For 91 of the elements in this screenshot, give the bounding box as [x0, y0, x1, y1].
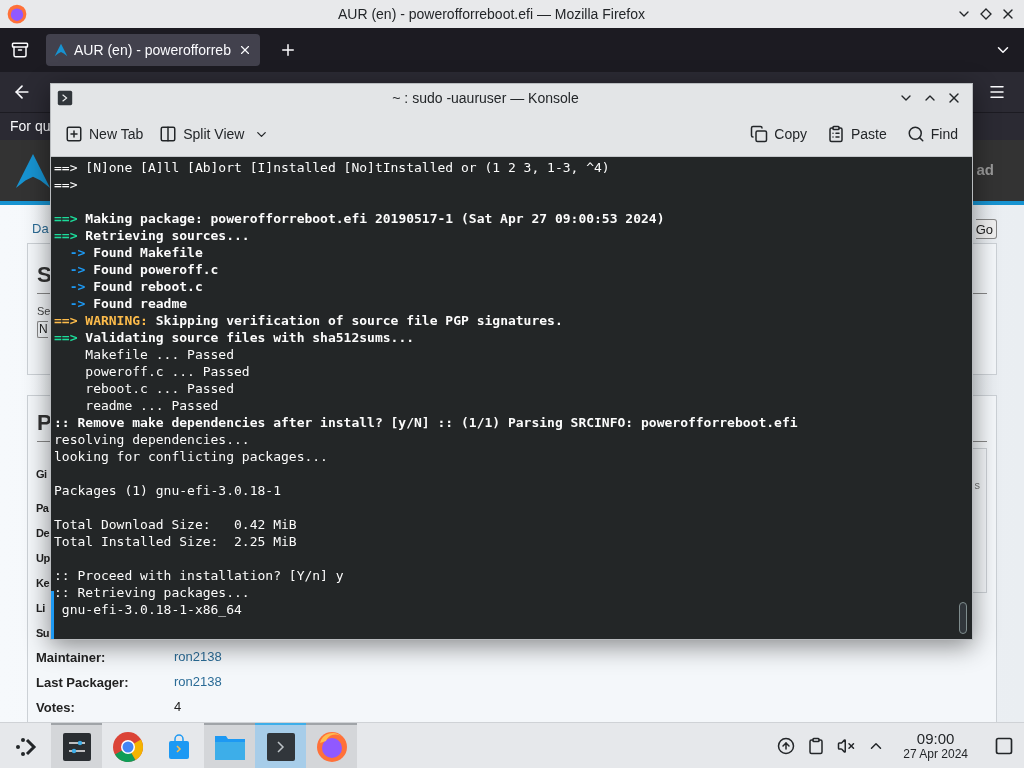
- terminal-text: Skipping verification of source file PGP signatures.: [154, 313, 563, 328]
- terminal-text: Found reboot.c: [92, 279, 203, 294]
- prompt-arrow: ==>: [54, 313, 78, 328]
- field-label: Se: [37, 305, 51, 317]
- tab-list-icon[interactable]: [11, 41, 29, 59]
- notice-text: For qu: [10, 117, 51, 136]
- terminal-text: Makefile ... Passed: [84, 347, 234, 362]
- select-field[interactable]: N: [37, 321, 48, 338]
- taskbar-item[interactable]: [51, 722, 102, 768]
- terminal-icon: [57, 90, 73, 106]
- browser-tab[interactable]: AUR (en) - powerofforreb: [46, 34, 260, 66]
- detail-label: Up: [36, 551, 50, 564]
- detail-label: Last Packager:: [36, 674, 129, 690]
- prompt-arrow: ->: [68, 279, 86, 294]
- terminal-text: :: Retrieving packages...: [54, 585, 250, 600]
- update-icon[interactable]: [777, 736, 796, 755]
- terminal-text: Making package: powerofforreboot.efi 20190517-1 (Sat Apr 27 09:00:53 2024): [84, 211, 665, 226]
- detail-label: Pa: [36, 501, 49, 514]
- terminal-text: Found Makefile: [92, 245, 203, 260]
- panel-heading: P: [37, 410, 52, 435]
- window-title: ~ : sudo -uauruser — Konsole: [391, 88, 580, 108]
- toolbar-button[interactable]: Copy: [750, 123, 807, 145]
- copy-icon: [750, 125, 769, 143]
- clock[interactable]: 09:00 27 Apr 2024: [897, 731, 974, 760]
- toolbar-button[interactable]: Find: [906, 123, 958, 145]
- prompt-arrow: ==>: [54, 228, 78, 243]
- toolbar-button[interactable]: Paste: [826, 123, 887, 145]
- clock-date: 27 Apr 2024: [903, 748, 968, 760]
- terminal-text: poweroff.c ... Passed: [84, 364, 250, 379]
- close-tab-icon[interactable]: [238, 43, 252, 57]
- terminal-text: Validating source files with sha512sums...: [84, 330, 415, 345]
- search-icon: [906, 125, 925, 143]
- breadcrumb-link[interactable]: Da: [32, 219, 49, 239]
- detail-link[interactable]: ron2138: [174, 671, 222, 692]
- prompt-arrow: ->: [68, 262, 86, 277]
- terminal-text: :: Remove make dependencies after install? [y/N] :: (1/1) Parsing SRCINFO: powerofforreboot.efi: [54, 415, 798, 430]
- detail-link[interactable]: ron2138: [174, 646, 222, 667]
- round-browser-icon[interactable]: [111, 730, 144, 763]
- clipboard-icon[interactable]: [807, 736, 826, 755]
- detail-label: De: [36, 526, 50, 539]
- taskbar-item[interactable]: [255, 722, 306, 768]
- sliders-icon[interactable]: [62, 732, 91, 761]
- detail-label: Su: [36, 626, 50, 639]
- toolbar-button[interactable]: Split View: [159, 123, 245, 145]
- terminal-text: reboot.c ... Passed: [84, 381, 234, 396]
- terminal-text: ==> [N]one [A]ll [Ab]ort [I]nstalled [No]tInstalled or (1 2 3, 1-3, ^4): [54, 160, 610, 175]
- new-tab-icon: [65, 125, 83, 143]
- fox-browser-icon[interactable]: [315, 730, 348, 763]
- detail-label: Maintainer:: [36, 649, 106, 665]
- prompt-arrow: ==>: [54, 330, 78, 345]
- menu-icon[interactable]: [988, 83, 1006, 101]
- panel-heading: S: [37, 262, 52, 287]
- prompt-arrow: ->: [68, 245, 86, 260]
- terminal-icon[interactable]: [266, 732, 295, 761]
- tab-logo-icon: [54, 43, 68, 57]
- nav-link[interactable]: ad: [976, 159, 994, 182]
- warning-text: WARNING:: [84, 313, 148, 328]
- window-title: AUR (en) - powerofforreboot.efi — Mozilla Firefox: [336, 4, 647, 24]
- scrollbar-thumb[interactable]: [959, 602, 967, 634]
- terminal-text: looking for conflicting packages...: [54, 449, 328, 464]
- detail-label: Ke: [36, 576, 50, 589]
- terminal-text: Found readme: [92, 296, 188, 311]
- terminal-text: Total Download Size: 0.42 MiB: [54, 517, 297, 532]
- new-tab-icon[interactable]: [279, 41, 297, 59]
- prompt-arrow: ->: [68, 296, 86, 311]
- tab-title: AUR (en) - powerofforreb: [74, 40, 232, 60]
- fox-browser-icon: [7, 4, 27, 24]
- clock-time: 09:00: [916, 731, 955, 746]
- detail-value: 4: [174, 697, 182, 716]
- terminal-text: :: Proceed with installation? [Y/n] y: [54, 568, 344, 583]
- terminal-text: Total Installed Size: 2.25 MiB: [54, 534, 297, 549]
- detail-label: Li: [36, 601, 45, 614]
- split-view-icon: [159, 125, 178, 143]
- terminal-text: ==>: [54, 177, 78, 192]
- terminal-text: Found poweroff.c: [92, 262, 219, 277]
- side-text: s: [974, 478, 980, 493]
- prompt-arrow: ==>: [54, 211, 78, 226]
- show-desktop-icon[interactable]: [994, 735, 1014, 756]
- clipboard-icon: [826, 125, 845, 143]
- terminal-text: Packages (1) gnu-efi-3.0.18-1: [54, 483, 281, 498]
- terminal-text: readme ... Passed: [84, 398, 219, 413]
- toolbar-button[interactable]: New Tab: [65, 123, 144, 145]
- terminal-text: resolving dependencies...: [54, 432, 250, 447]
- maximize-icon[interactable]: [978, 6, 994, 22]
- muted-speaker-icon[interactable]: [837, 736, 856, 755]
- scroll-marker: [51, 591, 54, 639]
- detail-label: Gi: [36, 467, 47, 480]
- terminal-text: Retrieving sources...: [84, 228, 250, 243]
- go-button[interactable]: Go: [975, 219, 997, 239]
- terminal-text: gnu-efi-3.0.18-1-x86_64: [60, 602, 242, 617]
- detail-label: Votes:: [36, 699, 75, 715]
